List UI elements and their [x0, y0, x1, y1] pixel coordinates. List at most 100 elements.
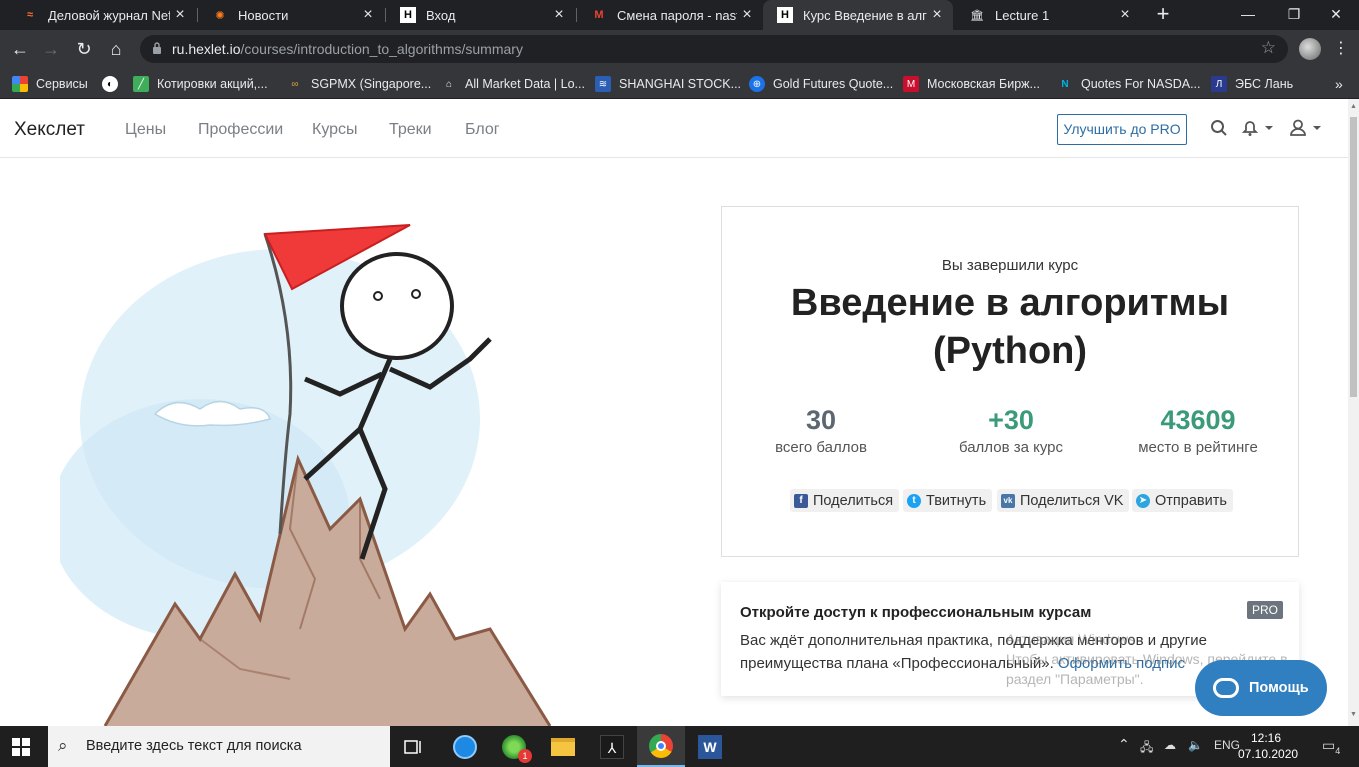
- stat-label: всего баллов: [775, 439, 867, 456]
- network-icon[interactable]: 🖧: [1140, 738, 1153, 759]
- apps-grid-icon: [12, 76, 28, 92]
- windows-start-icon[interactable]: [12, 738, 30, 756]
- sgpmx-icon: ∞: [291, 78, 299, 90]
- nav-link-prices[interactable]: Цены: [125, 121, 166, 139]
- share-twitter-button[interactable]: t Твитнуть: [903, 489, 993, 512]
- home-button[interactable]: ⌂: [103, 36, 129, 62]
- taskbar-search-placeholder: Введите здесь текст для поиска: [86, 738, 302, 754]
- tab-course-summary[interactable]: H Курс Введение в алгор ×: [763, 0, 953, 30]
- close-icon[interactable]: ×: [737, 6, 757, 24]
- acrobat-icon[interactable]: ⅄: [588, 726, 636, 767]
- new-tab-button[interactable]: +: [1151, 3, 1175, 27]
- facebook-icon: f: [794, 493, 808, 508]
- site-header: Хекслет Цены Профессии Курсы Треки Блог …: [0, 99, 1348, 158]
- bookmark-gold-futures[interactable]: ⊕ Gold Futures Quote...: [749, 74, 893, 94]
- bookmarks-overflow-icon[interactable]: »: [1335, 74, 1343, 94]
- bookmark-star-icon[interactable]: ☆: [1261, 38, 1276, 58]
- minimize-button[interactable]: —: [1225, 0, 1271, 30]
- bookmark-lan[interactable]: Л ЭБС Лань: [1211, 74, 1293, 94]
- task-view-icon[interactable]: [390, 726, 438, 767]
- close-window-button[interactable]: ✕: [1313, 0, 1359, 30]
- globe-icon: ⊕: [749, 76, 765, 92]
- share-facebook-button[interactable]: f Поделиться: [790, 489, 900, 512]
- site-logo[interactable]: Хекслет: [14, 119, 85, 141]
- bookmark-nasdaq[interactable]: N Quotes For NASDA...: [1057, 74, 1200, 94]
- mountain-climber-illustration: [60, 224, 552, 726]
- tab-title: Lecture 1: [995, 7, 1050, 23]
- close-icon[interactable]: ×: [170, 6, 190, 24]
- globe-icon: ◐: [102, 76, 118, 92]
- nav-link-tracks[interactable]: Треки: [389, 121, 432, 139]
- sse-icon: ≋: [595, 76, 611, 92]
- forward-button[interactable]: →: [38, 36, 64, 62]
- action-center-icon[interactable]: ▭4: [1322, 737, 1340, 756]
- tab-password-reset[interactable]: M Смена пароля - nastya ×: [577, 0, 763, 30]
- lan-icon: Л: [1211, 76, 1227, 92]
- show-hidden-icons[interactable]: ⌃: [1118, 736, 1130, 753]
- tab-neftegaz[interactable]: ≈ Деловой журнал Nefte ×: [8, 0, 196, 30]
- tab-login[interactable]: H Вход ×: [386, 0, 575, 30]
- close-icon[interactable]: ×: [1115, 6, 1135, 24]
- outlook-icon[interactable]: [441, 726, 489, 767]
- building-icon: ⌂: [445, 78, 453, 90]
- bookmarks-bar: Сервисы ◐ ╱ Котировки акций,... ∞ SGPMX …: [0, 68, 1359, 99]
- nav-link-professions[interactable]: Профессии: [198, 121, 283, 139]
- stat-value: +30: [988, 405, 1034, 435]
- bookmark-moex[interactable]: M Московская Бирж...: [903, 74, 1040, 94]
- icq-icon[interactable]: 1: [490, 726, 538, 767]
- tab-title: Вход: [426, 7, 456, 23]
- back-button[interactable]: ←: [7, 36, 33, 62]
- stat-total-points: 30 всего баллов: [736, 403, 906, 456]
- tab-lecture[interactable]: 🏛 Lecture 1 ×: [955, 0, 1141, 30]
- page-scrollbar[interactable]: ▲ ▼: [1348, 99, 1359, 726]
- reload-button[interactable]: ↻: [71, 36, 97, 62]
- bookmark-globe[interactable]: ◐: [102, 74, 126, 94]
- volume-icon[interactable]: 🔈: [1188, 738, 1203, 752]
- scrollbar-thumb[interactable]: [1350, 117, 1357, 397]
- system-clock[interactable]: 12:16 07.10.2020: [1238, 730, 1298, 762]
- tab-title: Курс Введение в алгор: [803, 7, 927, 23]
- bookmark-stock-quotes[interactable]: ╱ Котировки акций,...: [133, 74, 268, 94]
- chart-icon: ╱: [133, 76, 149, 92]
- search-icon[interactable]: [1210, 119, 1228, 137]
- vk-icon: vk: [1001, 493, 1015, 508]
- help-chat-button[interactable]: Помощь: [1195, 660, 1327, 716]
- user-menu-icon[interactable]: [1289, 119, 1325, 137]
- language-indicator[interactable]: ENG: [1214, 738, 1240, 752]
- address-bar[interactable]: ru.hexlet.io/courses/introduction_to_alg…: [140, 35, 1288, 63]
- search-icon: ⌕: [58, 736, 68, 755]
- profile-avatar[interactable]: [1299, 38, 1321, 60]
- course-title: Введение в алгоритмы (Python): [790, 282, 1230, 372]
- share-vk-button[interactable]: vk Поделиться VK: [997, 489, 1130, 512]
- taskbar-search-box[interactable]: ⌕ Введите здесь текст для поиска: [48, 726, 390, 767]
- bookmark-sgpmx[interactable]: ∞ SGPMX (Singapore...: [287, 74, 431, 94]
- restore-button[interactable]: ❐: [1271, 0, 1317, 30]
- upgrade-pro-button[interactable]: Улучшить до PRO: [1057, 114, 1187, 145]
- browser-menu-icon[interactable]: ⋮: [1333, 38, 1349, 60]
- scroll-down-icon[interactable]: ▼: [1350, 711, 1357, 718]
- bookmark-apps[interactable]: Сервисы: [12, 74, 88, 94]
- url-text: ru.hexlet.io/courses/introduction_to_alg…: [172, 41, 523, 57]
- notification-badge: 1: [518, 748, 532, 763]
- notifications-bell-icon[interactable]: [1241, 119, 1275, 137]
- chrome-icon[interactable]: [637, 726, 685, 767]
- pro-card-title: Откройте доступ к профессиональным курса…: [740, 604, 1092, 621]
- scroll-up-icon[interactable]: ▲: [1350, 103, 1357, 110]
- close-icon[interactable]: ×: [358, 6, 378, 24]
- nav-link-courses[interactable]: Курсы: [312, 121, 358, 139]
- stat-label: баллов за курс: [958, 439, 1064, 456]
- nav-link-blog[interactable]: Блог: [465, 121, 500, 139]
- onedrive-icon[interactable]: ☁: [1164, 738, 1176, 752]
- bookmark-shanghai[interactable]: ≋ SHANGHAI STOCK...: [595, 74, 741, 94]
- completed-label: Вы завершили курс: [941, 257, 1079, 274]
- close-icon[interactable]: ×: [549, 6, 569, 24]
- bookmark-market-data[interactable]: ⌂ All Market Data | Lo...: [441, 74, 585, 94]
- word-icon[interactable]: W: [686, 726, 734, 767]
- file-explorer-icon[interactable]: [539, 726, 587, 767]
- share-telegram-button[interactable]: ➤ Отправить: [1132, 489, 1233, 512]
- news-icon: ✺: [215, 9, 225, 22]
- close-icon[interactable]: ×: [927, 6, 947, 24]
- moex-icon: M: [903, 76, 919, 92]
- stat-value: 30: [805, 405, 837, 435]
- tab-news[interactable]: ✺ Новости ×: [198, 0, 384, 30]
